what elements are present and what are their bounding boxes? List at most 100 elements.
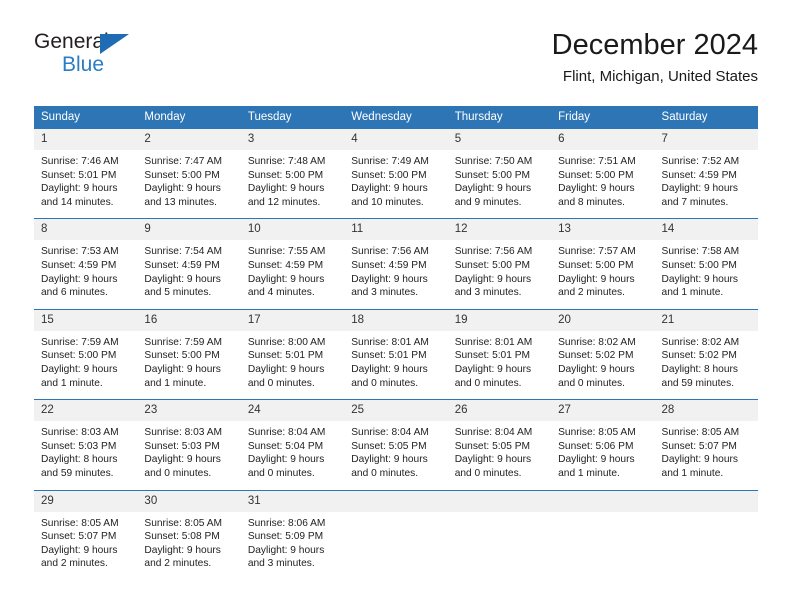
sunrise-text: Sunrise: 8:05 AM [661,427,740,439]
daylight-text-line1: Daylight: 9 hours [661,454,738,466]
daylight-text-line1: Daylight: 9 hours [454,454,532,466]
day-cell[interactable]: 26 Sunrise: 8:04 AM Sunset: 5:05 PM Dayl… [447,399,552,490]
calendar-week-row: 29 Sunrise: 8:05 AM Sunset: 5:07 PM Dayl… [34,489,758,580]
sunrise-text: Sunrise: 7:56 AM [351,246,429,258]
day-cell[interactable]: 31 Sunrise: 8:06 AM Sunset: 5:09 PM Dayl… [240,489,345,580]
day-number: 31 [240,490,345,512]
daylight-text-line1: Daylight: 9 hours [247,183,325,195]
day-details: Sunrise: 7:58 AM Sunset: 5:00 PM Dayligh… [655,240,758,308]
sunset-text: Sunset: 5:05 PM [454,440,531,452]
logo-text-general: General [34,30,109,53]
day-cell[interactable]: 29 Sunrise: 8:05 AM Sunset: 5:07 PM Dayl… [34,489,138,580]
day-number: 4 [344,129,448,150]
day-cell[interactable]: 21 Sunrise: 8:02 AM Sunset: 5:02 PM Dayl… [654,308,758,400]
sunrise-sunset-calendar: Sunday Monday Tuesday Wednesday Thursday… [34,106,758,580]
sunset-text: Sunset: 5:04 PM [247,440,324,452]
day-cell[interactable]: 5 Sunrise: 7:50 AM Sunset: 5:00 PM Dayli… [447,127,552,219]
daylight-text-line1: Daylight: 9 hours [454,363,532,375]
day-cell[interactable]: 16 Sunrise: 7:59 AM Sunset: 5:00 PM Dayl… [137,308,241,400]
day-cell[interactable]: 10 Sunrise: 7:55 AM Sunset: 4:59 PM Dayl… [240,218,345,310]
day-details: Sunrise: 8:01 AM Sunset: 5:01 PM Dayligh… [344,331,447,399]
sunset-text: Sunset: 5:07 PM [41,531,117,543]
sunrise-text: Sunrise: 8:04 AM [454,427,533,439]
general-blue-logo[interactable]: General Blue [34,30,154,88]
day-number: 11 [344,219,448,241]
day-details: Sunrise: 7:56 AM Sunset: 5:00 PM Dayligh… [448,240,551,308]
daylight-text-line2: and 1 minute. [144,377,207,389]
title-block: December 2024 Flint, Michigan, United St… [552,28,758,86]
daylight-text-line1: Daylight: 8 hours [41,454,118,466]
day-cell[interactable]: 1 Sunrise: 7:46 AM Sunset: 5:01 PM Dayli… [34,127,138,219]
day-details: Sunrise: 7:59 AM Sunset: 5:00 PM Dayligh… [34,331,137,399]
weekday-header-wednesday: Wednesday [344,106,448,129]
day-details: Sunrise: 8:03 AM Sunset: 5:03 PM Dayligh… [34,421,137,489]
sunrise-text: Sunrise: 8:02 AM [661,336,740,348]
sunrise-text: Sunrise: 7:52 AM [661,156,740,167]
daylight-text-line1: Daylight: 9 hours [41,363,118,375]
day-cell[interactable]: 11 Sunrise: 7:56 AM Sunset: 4:59 PM Dayl… [344,218,448,310]
daylight-text-line1: Daylight: 9 hours [247,544,325,556]
day-number: 6 [551,129,655,150]
daylight-text-line1: Daylight: 8 hours [661,363,738,375]
sunset-text: Sunset: 5:09 PM [247,531,324,543]
sunrise-text: Sunrise: 8:03 AM [144,427,223,439]
daylight-text-line2: and 59 minutes. [661,377,735,389]
day-cell[interactable]: 19 Sunrise: 8:01 AM Sunset: 5:01 PM Dayl… [447,308,552,400]
day-cell[interactable]: 2 Sunrise: 7:47 AM Sunset: 5:00 PM Dayli… [137,127,241,219]
daylight-text-line2: and 3 minutes. [351,287,419,299]
day-cell[interactable]: 7 Sunrise: 7:52 AM Sunset: 4:59 PM Dayli… [654,127,758,219]
day-cell[interactable]: 4 Sunrise: 7:49 AM Sunset: 5:00 PM Dayli… [344,127,448,219]
day-cell[interactable]: 25 Sunrise: 8:04 AM Sunset: 5:05 PM Dayl… [344,399,448,490]
day-cell[interactable]: 12 Sunrise: 7:56 AM Sunset: 5:00 PM Dayl… [447,218,552,310]
day-number: 2 [137,129,241,150]
day-cell[interactable]: 15 Sunrise: 7:59 AM Sunset: 5:00 PM Dayl… [34,308,138,400]
day-cell[interactable]: 23 Sunrise: 8:03 AM Sunset: 5:03 PM Dayl… [137,399,241,490]
day-details: Sunrise: 7:53 AM Sunset: 4:59 PM Dayligh… [34,240,137,308]
day-number: 29 [34,490,138,512]
weekday-header-sunday: Sunday [34,106,138,129]
day-cell-empty [344,489,448,580]
day-cell[interactable]: 28 Sunrise: 8:05 AM Sunset: 5:07 PM Dayl… [654,399,758,490]
daylight-text-line2: and 0 minutes. [351,377,419,389]
sunset-text: Sunset: 5:03 PM [144,440,220,452]
day-cell[interactable]: 22 Sunrise: 8:03 AM Sunset: 5:03 PM Dayl… [34,399,138,490]
day-cell[interactable]: 14 Sunrise: 7:58 AM Sunset: 5:00 PM Dayl… [654,218,758,310]
day-cell[interactable]: 9 Sunrise: 7:54 AM Sunset: 4:59 PM Dayli… [137,218,241,310]
sunrise-text: Sunrise: 7:50 AM [454,156,533,167]
sunrise-text: Sunrise: 7:49 AM [351,156,429,167]
day-cell[interactable]: 24 Sunrise: 8:04 AM Sunset: 5:04 PM Dayl… [240,399,345,490]
day-cell[interactable]: 20 Sunrise: 8:02 AM Sunset: 5:02 PM Dayl… [551,308,655,400]
daylight-text-line2: and 2 minutes. [41,558,108,570]
sunrise-text: Sunrise: 8:00 AM [247,336,326,348]
daylight-text-line1: Daylight: 9 hours [661,273,738,285]
daylight-text-line1: Daylight: 9 hours [558,183,635,195]
sunset-text: Sunset: 5:00 PM [247,169,324,181]
day-cell[interactable]: 30 Sunrise: 8:05 AM Sunset: 5:08 PM Dayl… [137,489,241,580]
daylight-text-line2: and 1 minute. [558,467,620,479]
day-cell[interactable]: 8 Sunrise: 7:53 AM Sunset: 4:59 PM Dayli… [34,218,138,310]
day-details: Sunrise: 8:05 AM Sunset: 5:06 PM Dayligh… [551,421,654,489]
daylight-text-line1: Daylight: 9 hours [454,183,532,195]
calendar-week-row: 15 Sunrise: 7:59 AM Sunset: 5:00 PM Dayl… [34,308,758,400]
daylight-text-line1: Daylight: 9 hours [144,273,221,285]
sunrise-text: Sunrise: 7:48 AM [247,156,326,167]
day-cell[interactable]: 17 Sunrise: 8:00 AM Sunset: 5:01 PM Dayl… [240,308,345,400]
calendar-body: 1 Sunrise: 7:46 AM Sunset: 5:01 PM Dayli… [34,127,758,580]
sunrise-text: Sunrise: 8:02 AM [558,336,636,348]
day-details: Sunrise: 8:02 AM Sunset: 5:02 PM Dayligh… [551,331,654,399]
day-number: 13 [551,219,655,241]
day-cell[interactable]: 13 Sunrise: 7:57 AM Sunset: 5:00 PM Dayl… [551,218,655,310]
day-cell[interactable]: 27 Sunrise: 8:05 AM Sunset: 5:06 PM Dayl… [551,399,655,490]
day-number: 18 [344,309,448,331]
day-cell[interactable]: 6 Sunrise: 7:51 AM Sunset: 5:00 PM Dayli… [551,127,655,219]
day-cell[interactable]: 18 Sunrise: 8:01 AM Sunset: 5:01 PM Dayl… [344,308,448,400]
day-number: 21 [654,309,758,331]
day-details: Sunrise: 7:50 AM Sunset: 5:00 PM Dayligh… [448,150,551,218]
daylight-text-line2: and 1 minute. [661,467,724,479]
sunset-text: Sunset: 5:08 PM [144,531,220,543]
day-cell[interactable]: 3 Sunrise: 7:48 AM Sunset: 5:00 PM Dayli… [240,127,345,219]
sunset-text: Sunset: 5:00 PM [661,259,737,271]
daylight-text-line1: Daylight: 9 hours [41,273,118,285]
weekday-header-row: Sunday Monday Tuesday Wednesday Thursday… [34,106,758,129]
daylight-text-line2: and 9 minutes. [454,196,522,208]
